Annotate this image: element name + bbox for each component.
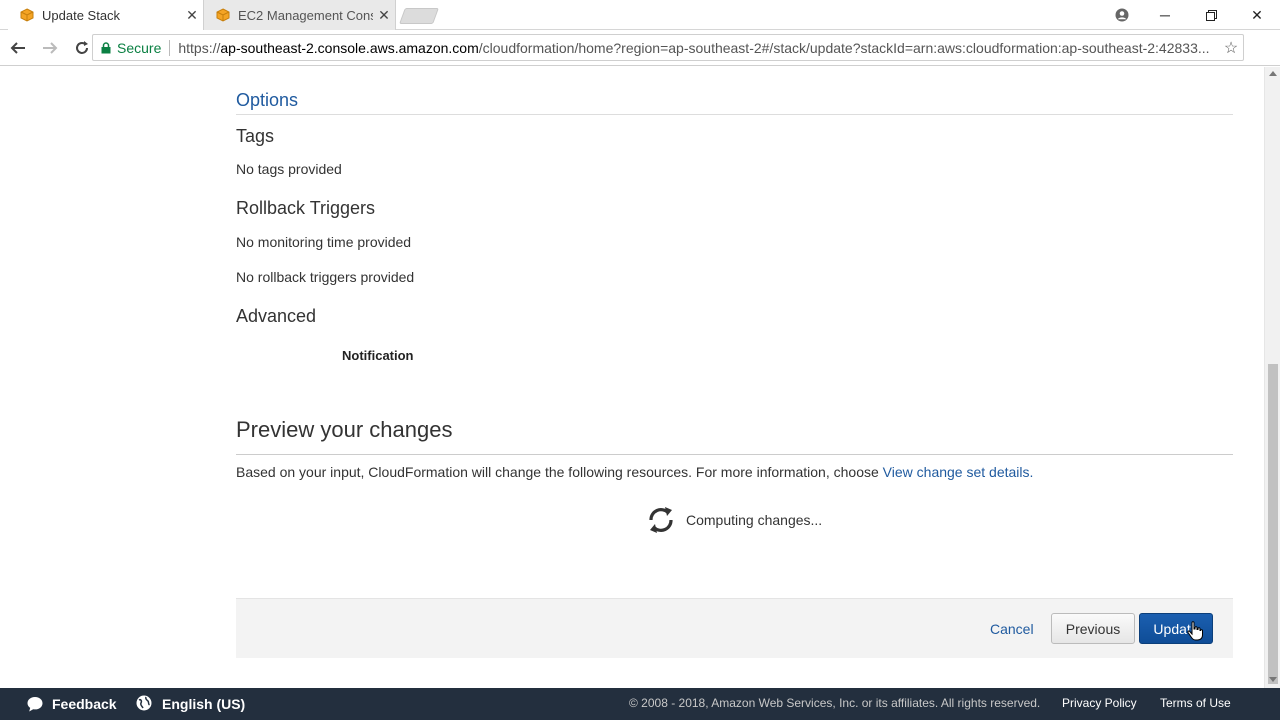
tab-title: Update Stack [42,7,121,23]
wizard-actions-bar: Cancel Previous Update [236,598,1233,658]
browser-toolbar: Secure https://ap-southeast-2.console.aw… [0,30,1280,90]
url-text[interactable]: https://ap-southeast-2.console.aws.amazo… [178,40,1219,56]
page-scrollbar[interactable] [1264,67,1280,688]
close-window-icon[interactable]: ✕ [1234,7,1280,24]
divider [169,39,171,56]
lock-icon [101,41,115,54]
aws-box-icon [20,8,34,22]
cancel-button[interactable]: Cancel [990,621,1034,637]
page-viewport: Options Tags No tags provided Rollback T… [0,67,1264,688]
divider [236,114,1233,115]
hand-cursor-icon [1187,621,1203,641]
window-controls: ─ ✕ [1102,0,1280,30]
tab-ec2-console[interactable]: EC2 Management Console ✕ [203,0,396,30]
browser-tabstrip: Update Stack ✕ EC2 Management Console ✕ … [0,0,1280,30]
scroll-down-icon[interactable] [1269,677,1277,682]
tags-heading: Tags [236,126,275,146]
preview-title: Preview your changes [236,417,453,442]
scroll-up-icon[interactable] [1269,71,1277,76]
language-label: English (US) [162,696,246,712]
address-bar[interactable]: Secure https://ap-southeast-2.console.aw… [92,34,1244,61]
privacy-policy-link[interactable]: Privacy Policy [1062,696,1137,710]
feedback-label: Feedback [52,696,117,712]
computing-status: Computing changes... [646,504,822,536]
feedback-button[interactable]: Feedback [26,695,117,713]
aws-box-icon [216,8,230,22]
globe-icon [136,695,154,713]
copyright-text: © 2008 - 2018, Amazon Web Services, Inc.… [629,696,1041,710]
terms-of-use-link[interactable]: Terms of Use [1160,696,1231,710]
back-arrow-icon[interactable] [4,34,32,62]
console-footer: Feedback English (US) © 2008 - 2018, Ama… [0,688,1280,720]
refresh-spinner-icon [646,504,676,536]
notification-label: Notification [342,348,414,363]
url-host: ap-southeast-2.console.aws.amazon.com [220,39,479,56]
language-selector[interactable]: English (US) [136,695,245,713]
rollback-heading: Rollback Triggers [236,198,376,218]
divider [236,454,1233,455]
tags-value: No tags provided [236,161,342,177]
previous-button[interactable]: Previous [1051,613,1135,644]
speech-bubble-icon [26,695,44,713]
preview-description-text: Based on your input, CloudFormation will… [236,464,883,480]
advanced-heading: Advanced [236,306,317,326]
close-icon[interactable]: ✕ [373,7,395,24]
restore-icon[interactable] [1188,9,1234,21]
rollback-monitoring-value: No monitoring time provided [236,234,412,250]
options-heading: Options [236,90,299,110]
tab-title: EC2 Management Console [238,7,373,23]
forward-arrow-icon[interactable] [36,34,64,62]
view-change-set-link[interactable]: View change set details. [883,464,1034,480]
rollback-triggers-value: No rollback triggers provided [236,269,415,285]
secure-label: Secure [117,39,162,56]
new-tab-button[interactable] [399,8,439,24]
profile-icon[interactable] [1102,8,1142,22]
url-path: /cloudformation/home?region=ap-southeast… [478,39,1210,56]
minimize-icon[interactable]: ─ [1142,7,1188,23]
preview-description: Based on your input, CloudFormation will… [236,464,1033,480]
bookmark-star-icon[interactable]: ☆ [1219,38,1243,58]
scroll-thumb[interactable] [1268,364,1278,684]
tab-update-stack[interactable]: Update Stack ✕ [8,0,203,30]
url-prefix: https:// [178,39,221,56]
close-icon[interactable]: ✕ [181,7,203,24]
computing-text: Computing changes... [686,512,823,528]
